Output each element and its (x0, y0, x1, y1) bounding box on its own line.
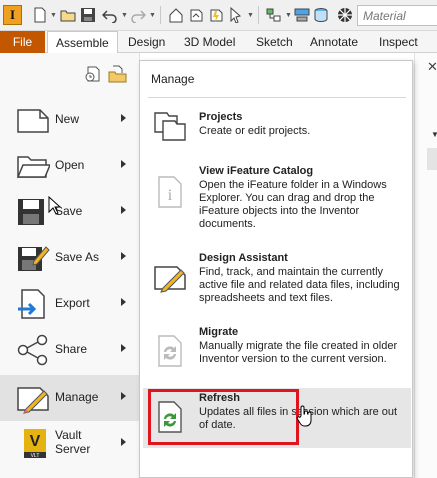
inventor-logo-icon[interactable]: I (3, 5, 22, 25)
menu-item-label: Export (55, 296, 90, 310)
chevron-down-icon[interactable]: ▼ (285, 12, 292, 19)
flyout-item-title: Design Assistant (199, 252, 288, 264)
menu-item-open[interactable]: Open (0, 143, 140, 189)
chevron-down-icon[interactable]: ▼ (431, 130, 437, 139)
chevron-right-icon (121, 438, 126, 446)
chevron-right-icon (121, 206, 126, 214)
hand-cursor-icon (296, 405, 312, 427)
open-icon[interactable] (60, 7, 76, 23)
chevron-down-icon[interactable]: ▼ (121, 12, 128, 19)
menu-item-new[interactable]: New (0, 97, 140, 143)
migrate-icon (158, 335, 182, 367)
parameters-icon[interactable] (266, 7, 282, 23)
flyout-item-title: Projects (199, 111, 243, 123)
flyout-item-view-ifeature-catalog[interactable]: i View iFeature Catalog Open the iFeatur… (143, 161, 411, 233)
menu-item-label: Vault Server (55, 428, 91, 456)
close-icon[interactable]: ✕ (427, 59, 437, 75)
chevron-right-icon (121, 392, 126, 400)
menu-item-save-as[interactable]: Save As (0, 235, 140, 281)
save-as-icon (18, 246, 50, 271)
quick-access-toolbar: I ▼ ▼ ▼ ▼ ▼ Material (0, 0, 437, 31)
return-icon[interactable] (188, 7, 204, 23)
svg-text:V: V (30, 433, 41, 450)
tab-inspect[interactable]: Inspect (379, 31, 418, 53)
toolbar-separator (160, 6, 161, 24)
flyout-item-title: View iFeature Catalog (199, 165, 314, 177)
flyout-title: Manage (151, 72, 195, 86)
menu-item-share[interactable]: Share (0, 327, 140, 373)
tab-3d-model[interactable]: 3D Model (184, 31, 235, 53)
chevron-down-icon[interactable]: ▼ (247, 12, 254, 19)
recent-clock-icon[interactable] (84, 65, 102, 83)
tab-assemble[interactable]: Assemble (47, 31, 118, 54)
folder-open-icon (16, 156, 50, 178)
tab-sketch[interactable]: Sketch (256, 31, 293, 53)
export-icon (18, 289, 45, 319)
chevron-right-icon (121, 252, 126, 260)
divider (148, 97, 406, 98)
mouse-cursor-icon (48, 196, 62, 215)
tab-annotate[interactable]: Annotate (310, 31, 358, 53)
ribbon-tabs: File Assemble Design 3D Model Sketch Ann… (0, 31, 437, 54)
home-icon[interactable] (168, 7, 184, 23)
ifeature-catalog-icon: i (158, 176, 182, 208)
save-icon[interactable] (80, 7, 96, 23)
tab-design[interactable]: Design (128, 31, 165, 53)
document-area-fragment: ✕ ▼ (414, 53, 437, 478)
chevron-right-icon (121, 160, 126, 168)
appearance-icon[interactable] (294, 7, 310, 23)
menu-item-save[interactable]: Save (0, 189, 140, 235)
chevron-right-icon (121, 298, 126, 306)
flyout-item-desc: Manually migrate the file created in old… (199, 340, 398, 365)
chevron-down-icon[interactable]: ▼ (50, 12, 57, 19)
flyout-item-design-assistant[interactable]: Design Assistant Find, track, and mainta… (143, 248, 411, 310)
toolbar-separator (258, 6, 259, 24)
tab-file[interactable]: File (0, 31, 45, 53)
select-icon[interactable] (228, 7, 244, 23)
menu-item-vault-server[interactable]: V VLT Vault Server (0, 421, 140, 467)
chevron-right-icon (121, 114, 126, 122)
design-assistant-icon (154, 266, 186, 293)
flyout-item-desc: Find, track, and maintain the currently … (199, 266, 400, 304)
menu-item-export[interactable]: Export (0, 281, 140, 327)
database-icon[interactable] (313, 7, 329, 23)
flyout-item-projects[interactable]: Projects Create or edit projects. (143, 107, 411, 145)
flyout-item-desc: Create or edit projects. (199, 125, 311, 137)
undo-icon[interactable] (102, 7, 118, 23)
menu-item-label: Open (55, 158, 85, 172)
browser-header (427, 148, 437, 170)
menu-item-label: Share (55, 342, 88, 356)
menu-item-label: New (55, 112, 80, 126)
update-icon[interactable] (208, 7, 224, 23)
file-menu-panel: New Open Save Save As Export Share Manag… (0, 53, 140, 478)
vault-server-icon: V VLT (24, 429, 46, 459)
chevron-right-icon (121, 344, 126, 352)
menu-item-manage[interactable]: Manage (0, 375, 140, 421)
open-folder-icon[interactable] (108, 65, 128, 83)
flyout-item-title: Migrate (199, 326, 239, 338)
share-icon (17, 334, 48, 366)
flyout-item-desc: Open the iFeature folder in a Windows Ex… (199, 179, 387, 230)
chevron-down-icon[interactable]: ▼ (149, 12, 156, 19)
refresh-highlight-box (148, 389, 299, 445)
manage-icon (17, 387, 49, 414)
material-dropdown[interactable]: Material (357, 5, 437, 26)
svg-text:VLT: VLT (31, 453, 40, 459)
save-disk-icon (18, 199, 44, 225)
svg-text:i: i (168, 187, 173, 204)
material-sphere-icon[interactable] (337, 7, 353, 23)
redo-icon[interactable] (130, 7, 146, 23)
flyout-item-migrate[interactable]: Migrate Manually migrate the file create… (143, 322, 411, 384)
new-icon[interactable] (32, 7, 48, 23)
menu-item-label: Save As (55, 250, 100, 264)
menu-item-label: Manage (55, 390, 99, 404)
projects-icon (154, 112, 186, 141)
new-document-icon (17, 109, 49, 133)
